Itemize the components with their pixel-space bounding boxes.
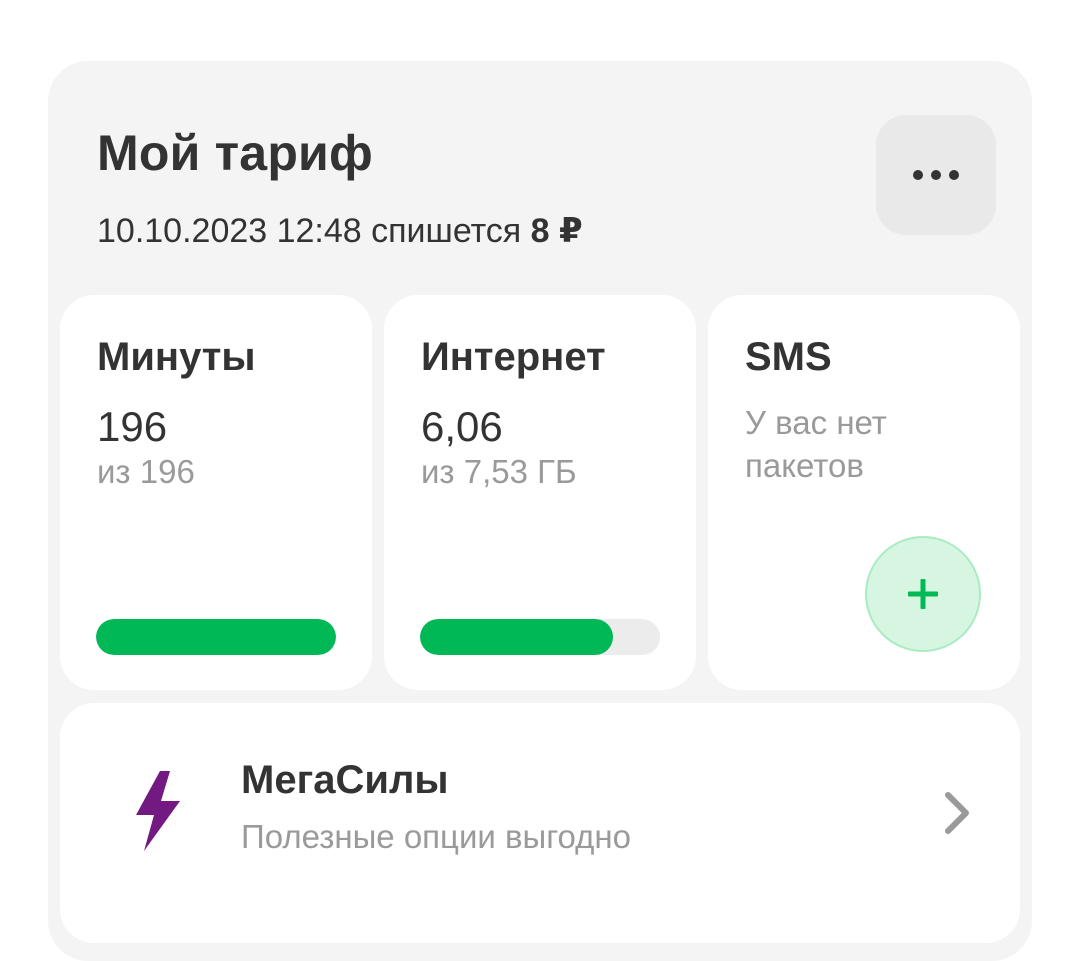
plus-icon — [908, 579, 938, 609]
promo-subtitle: Полезные опции выгодно — [241, 818, 632, 855]
minutes-progress-bar — [96, 619, 336, 655]
minutes-progress-fill — [96, 619, 336, 655]
sms-title: SMS — [745, 335, 832, 379]
sms-tile[interactable]: SMS У вас нет пакетов — [708, 295, 1020, 690]
page-title: Мой тариф — [97, 125, 373, 181]
charge-info: 10.10.2023 12:48 спишется 8 ₽ — [97, 211, 583, 251]
more-horizontal-icon — [949, 170, 959, 180]
charge-date: 10.10.2023 12:48 спишется — [97, 212, 522, 250]
more-options-button[interactable] — [876, 115, 996, 235]
internet-title: Интернет — [421, 335, 606, 379]
chevron-right-icon — [945, 792, 969, 834]
internet-tile[interactable]: Интернет 6,06 из 7,53 ГБ — [384, 295, 696, 690]
internet-total: из 7,53 ГБ — [421, 453, 577, 490]
sms-no-packages-note: У вас нет пакетов — [745, 404, 887, 484]
minutes-title: Минуты — [97, 335, 256, 379]
charge-amount: 8 ₽ — [530, 212, 583, 250]
promo-title: МегаСилы — [241, 758, 449, 802]
add-sms-package-button[interactable] — [865, 536, 981, 652]
lightning-icon — [136, 771, 180, 851]
internet-remaining: 6,06 — [421, 403, 503, 450]
more-horizontal-icon — [931, 170, 941, 180]
internet-progress-fill — [420, 619, 614, 655]
minutes-remaining: 196 — [97, 403, 168, 450]
minutes-tile[interactable]: Минуты 196 из 196 — [60, 295, 372, 690]
internet-progress-bar — [420, 619, 660, 655]
more-horizontal-icon — [913, 170, 923, 180]
minutes-total: из 196 — [97, 453, 195, 490]
megasily-promo-row[interactable]: МегаСилы Полезные опции выгодно — [60, 703, 1020, 943]
